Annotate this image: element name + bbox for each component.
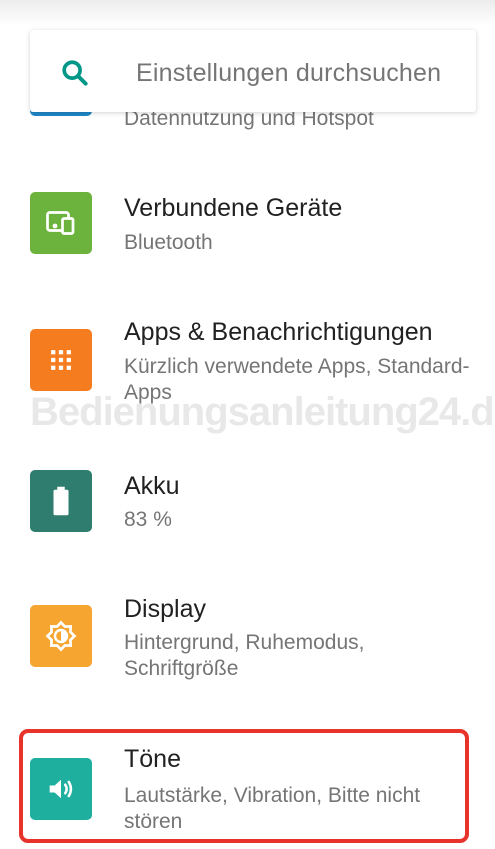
connected-devices-icon bbox=[30, 192, 92, 254]
settings-item-battery[interactable]: Akku 83 % bbox=[0, 460, 495, 560]
item-subtitle: Bluetooth bbox=[124, 231, 213, 254]
search-placeholder: Einstellungen durchsuchen bbox=[136, 59, 442, 87]
item-title: Verbundene Geräte bbox=[124, 194, 343, 222]
apps-grid-icon bbox=[30, 329, 92, 391]
item-title: Akku bbox=[124, 472, 180, 500]
settings-item-display[interactable]: Display Hintergrund, Ruhemodus, Schriftg… bbox=[0, 585, 495, 705]
sound-icon bbox=[30, 758, 92, 820]
display-brightness-icon bbox=[30, 605, 92, 667]
search-icon bbox=[62, 60, 88, 86]
settings-item-connected-devices[interactable]: Verbundene Geräte Bluetooth bbox=[0, 180, 495, 280]
item-subtitle: Kürzlich verwendete Apps, Standard-Apps bbox=[124, 355, 470, 404]
settings-item-sound[interactable]: Töne Lautstärke, Vibration, Bitte nicht … bbox=[0, 733, 495, 841]
item-subtitle: 83 % bbox=[124, 508, 172, 531]
settings-item-apps[interactable]: Apps & Benachrichtigungen Kürzlich verwe… bbox=[0, 305, 495, 435]
item-title: Apps & Benachrichtigungen bbox=[124, 318, 433, 346]
battery-icon bbox=[30, 470, 92, 532]
item-title: Display bbox=[124, 595, 206, 623]
top-shadow bbox=[0, 0, 495, 26]
item-subtitle: Lautstärke, Vibration, Bitte nicht störe… bbox=[124, 784, 421, 833]
item-subtitle: Hintergrund, Ruhemodus, Schriftgröße bbox=[124, 631, 365, 680]
item-title: Töne bbox=[124, 745, 181, 773]
search-bar[interactable]: Einstellungen durchsuchen bbox=[30, 30, 476, 112]
